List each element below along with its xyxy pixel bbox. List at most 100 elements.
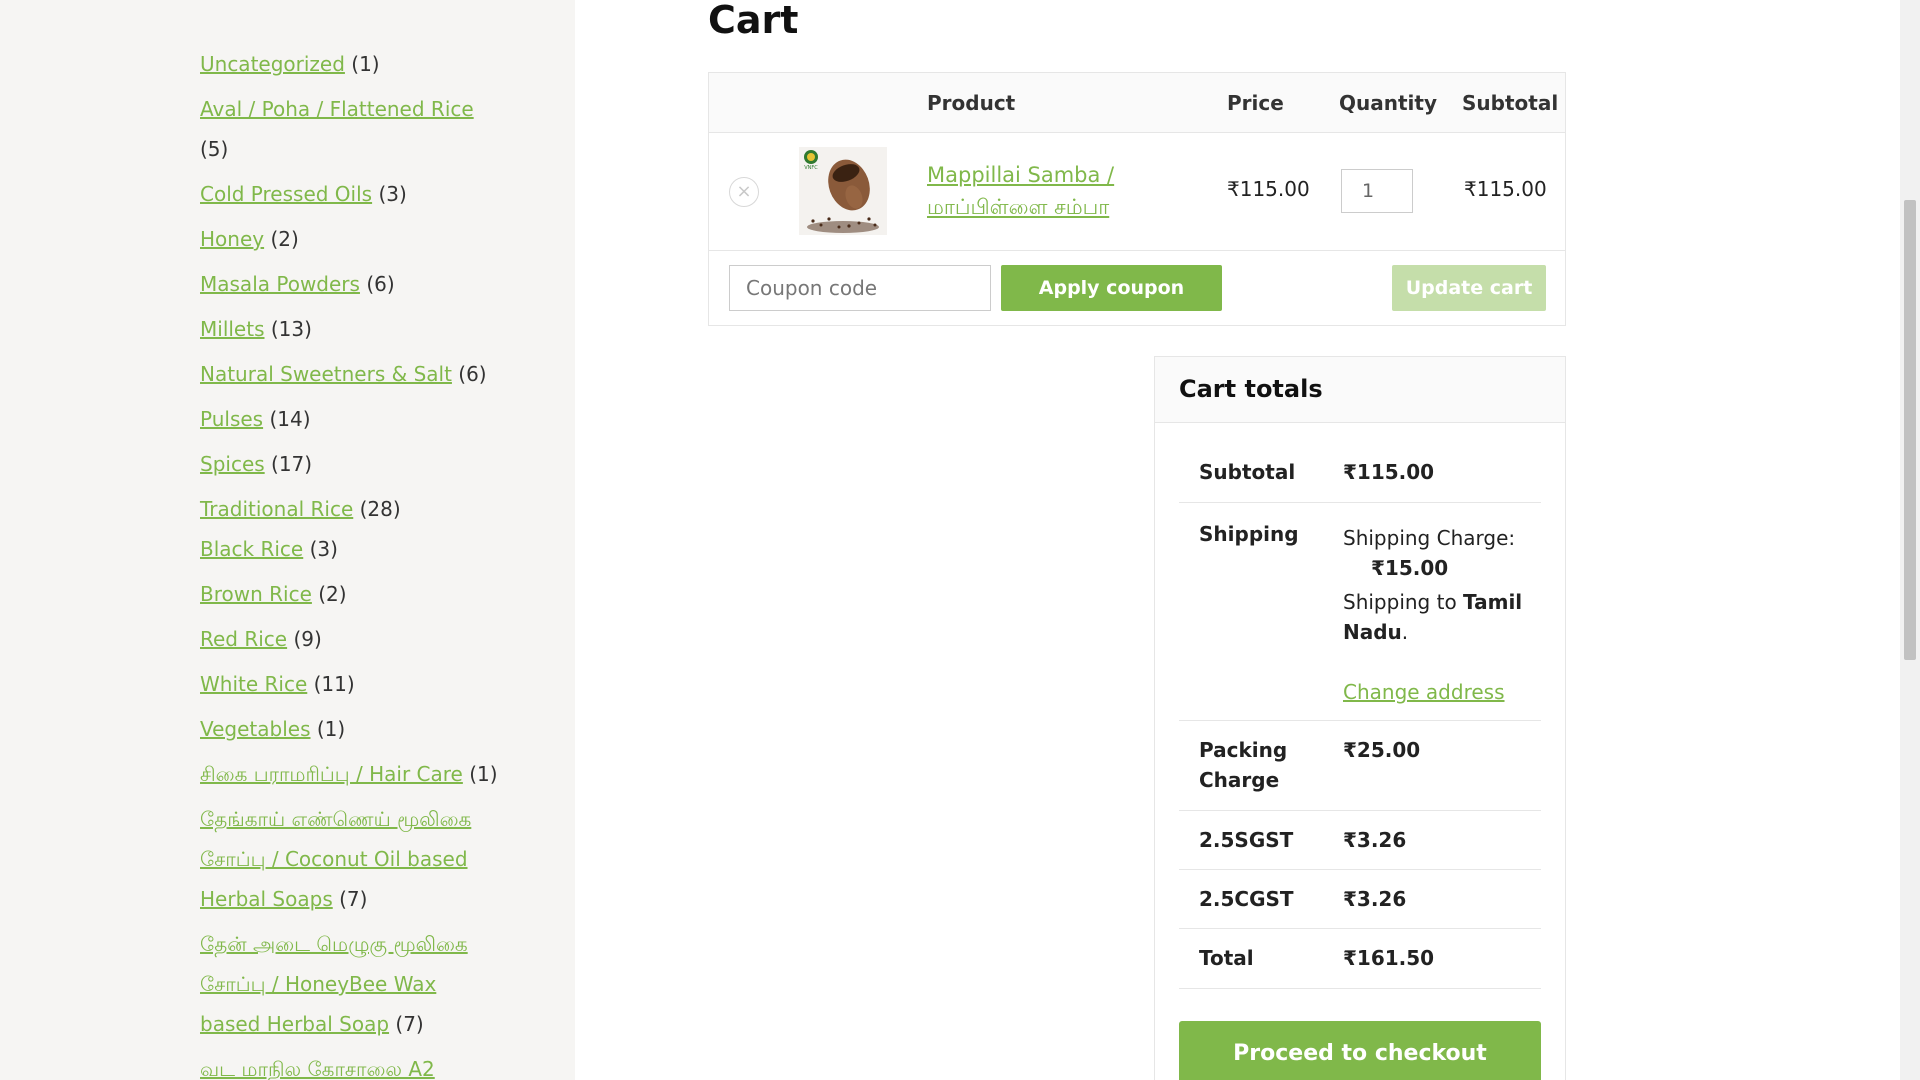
category-link[interactable]: Millets xyxy=(200,317,265,341)
list-item: Uncategorized (1) xyxy=(200,44,500,84)
product-subtotal: ₹115.00 xyxy=(1464,177,1547,201)
category-link[interactable]: Masala Powders xyxy=(200,272,360,296)
table-row: × VNFC Mappillai Samba / மாப்பிள்ளை சம்ப… xyxy=(709,133,1565,251)
cart-table-header: Product Price Quantity Subtotal xyxy=(709,73,1565,133)
page-title: Cart xyxy=(708,0,799,42)
cart-page: Cart Product Price Quantity Subtotal × V… xyxy=(575,0,1700,1080)
list-item: Aval / Poha / Flattened Rice (5) xyxy=(200,89,500,169)
category-count: (3) xyxy=(309,537,338,561)
sidebar: Uncategorized (1) Aval / Poha / Flattene… xyxy=(0,0,575,1080)
list-item: White Rice (11) xyxy=(200,664,500,704)
category-link[interactable]: சிகை பராமரிப்பு / Hair Care xyxy=(200,762,463,786)
change-address-link[interactable]: Change address xyxy=(1343,680,1505,704)
packing-value: ₹25.00 xyxy=(1343,738,1421,762)
list-item: Millets (13) xyxy=(200,309,500,349)
shipping-charge-label: Shipping Charge: xyxy=(1343,526,1516,550)
totals-row-packing: Packing Charge ₹25.00 xyxy=(1179,721,1541,811)
category-count: (13) xyxy=(270,317,312,341)
category-link[interactable]: தேன் அடை மெழுகு மூலிகை சோப்பு / HoneyBee… xyxy=(200,932,468,1036)
list-item: Pulses (14) xyxy=(200,399,500,439)
shipping-charge-value: ₹15.00 xyxy=(1371,556,1449,580)
scrollbar-thumb[interactable] xyxy=(1904,200,1916,660)
header-price: Price xyxy=(1227,91,1284,115)
cart-totals-heading: Cart totals xyxy=(1155,357,1565,423)
category-link[interactable]: Honey xyxy=(200,227,264,251)
list-item: தேங்காய் எண்ணெய் மூலிகை சோப்பு / Coconut… xyxy=(200,799,500,919)
quantity-input[interactable]: 1 xyxy=(1341,169,1413,213)
category-link[interactable]: Red Rice xyxy=(200,627,287,651)
category-link[interactable]: Cold Pressed Oils xyxy=(200,182,372,206)
subtotal-value: ₹115.00 xyxy=(1343,460,1435,484)
totals-row-subtotal: Subtotal ₹115.00 xyxy=(1179,443,1541,503)
cart-table: Product Price Quantity Subtotal × VNFC M… xyxy=(708,72,1566,326)
list-item: தேன் அடை மெழுகு மூலிகை சோப்பு / HoneyBee… xyxy=(200,924,500,1044)
list-item: Traditional Rice (28) xyxy=(200,489,500,529)
subtotal-label: Subtotal xyxy=(1199,460,1296,484)
totals-row-total: Total ₹161.50 xyxy=(1179,929,1541,989)
category-count: (1) xyxy=(469,762,498,786)
category-count: (28) xyxy=(359,497,401,521)
category-count: (1) xyxy=(316,717,346,741)
header-subtotal: Subtotal xyxy=(1462,91,1559,115)
shipping-label: Shipping xyxy=(1199,522,1299,546)
list-item: Spices (17) xyxy=(200,444,500,484)
update-cart-button[interactable]: Update cart xyxy=(1392,265,1546,311)
category-count: (7) xyxy=(339,887,368,911)
category-link[interactable]: Vegetables xyxy=(200,717,311,741)
proceed-to-checkout-button[interactable]: Proceed to checkout xyxy=(1179,1021,1541,1080)
remove-item-button[interactable]: × xyxy=(729,177,759,207)
sgst-value: ₹3.26 xyxy=(1343,828,1407,852)
coupon-code-input[interactable]: Coupon code xyxy=(729,265,991,311)
category-count: (3) xyxy=(378,182,407,206)
packing-label: Packing Charge xyxy=(1199,738,1288,792)
cart-totals: Cart totals Subtotal ₹115.00 Shipping Sh… xyxy=(1154,356,1566,1080)
category-link[interactable]: Black Rice xyxy=(200,537,303,561)
category-link[interactable]: தேங்காய் எண்ணெய் மூலிகை சோப்பு / Coconut… xyxy=(200,807,471,911)
category-link[interactable]: White Rice xyxy=(200,672,307,696)
category-count: (5) xyxy=(200,137,229,161)
cgst-value: ₹3.26 xyxy=(1343,887,1407,911)
category-count: (14) xyxy=(269,407,311,431)
category-link[interactable]: Spices xyxy=(200,452,265,476)
product-name-link[interactable]: Mappillai Samba / மாப்பிள்ளை சம்பா xyxy=(927,159,1167,223)
shipping-destination: Shipping to Tamil Nadu. xyxy=(1343,590,1523,644)
product-thumbnail[interactable]: VNFC xyxy=(799,147,887,235)
apply-coupon-button[interactable]: Apply coupon xyxy=(1001,265,1222,311)
category-count: (7) xyxy=(395,1012,424,1036)
category-link[interactable]: Traditional Rice xyxy=(200,497,353,521)
list-item: Black Rice (3) xyxy=(200,529,500,569)
list-item: சிகை பராமரிப்பு / Hair Care (1) xyxy=(200,754,500,794)
category-link[interactable]: Uncategorized xyxy=(200,52,345,76)
brand-logo-text: VNFC xyxy=(804,165,818,171)
category-link[interactable]: Pulses xyxy=(200,407,263,431)
cart-actions: Coupon code Apply coupon Update cart xyxy=(709,251,1565,325)
category-count: (2) xyxy=(270,227,299,251)
category-link[interactable]: Natural Sweetners & Salt xyxy=(200,362,452,386)
category-count: (9) xyxy=(293,627,322,651)
cgst-label: 2.5CGST xyxy=(1199,887,1294,911)
totals-row-shipping: Shipping Shipping Charge: ₹15.00 Shippin… xyxy=(1179,503,1541,721)
list-item: Cold Pressed Oils (3) xyxy=(200,174,500,214)
category-count: (6) xyxy=(458,362,487,386)
product-image: VNFC xyxy=(799,147,887,235)
page-scrollbar[interactable] xyxy=(1900,0,1920,1080)
list-item: Masala Powders (6) xyxy=(200,264,500,304)
category-link[interactable]: Brown Rice xyxy=(200,582,312,606)
total-label: Total xyxy=(1199,946,1254,970)
category-count: (17) xyxy=(271,452,313,476)
header-quantity: Quantity xyxy=(1339,91,1437,115)
sgst-label: 2.5SGST xyxy=(1199,828,1294,852)
category-link[interactable]: வட மாநில கோசாலை A2 xyxy=(200,1057,435,1080)
category-count: (2) xyxy=(318,582,347,606)
list-item: Vegetables (1) xyxy=(200,709,500,749)
shipping-details: Shipping Charge: ₹15.00 Shipping to Tami… xyxy=(1343,523,1533,707)
list-item: Natural Sweetners & Salt (6) xyxy=(200,354,500,394)
product-price: ₹115.00 xyxy=(1227,177,1310,201)
totals-row-cgst: 2.5CGST ₹3.26 xyxy=(1179,870,1541,929)
list-item: Honey (2) xyxy=(200,219,500,259)
list-item: Red Rice (9) xyxy=(200,619,500,659)
list-item: Brown Rice (2) xyxy=(200,574,500,614)
category-list: Uncategorized (1) Aval / Poha / Flattene… xyxy=(200,44,500,1080)
totals-row-sgst: 2.5SGST ₹3.26 xyxy=(1179,811,1541,870)
category-link[interactable]: Aval / Poha / Flattened Rice xyxy=(200,97,474,121)
